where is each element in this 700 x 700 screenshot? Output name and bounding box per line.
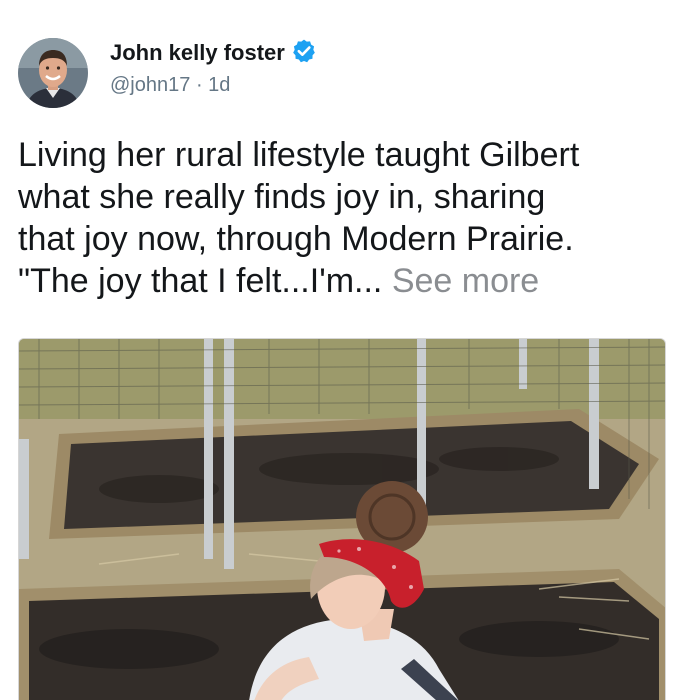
avatar[interactable]	[18, 38, 88, 108]
tweet-card: John kelly foster @john17 · 1d Living he…	[0, 0, 700, 700]
tweet-meta: @john17 · 1d	[110, 72, 230, 98]
garden-photo-icon	[19, 339, 665, 700]
meta-separator: ·	[195, 74, 203, 96]
tweet-text: Living her rural lifestyle taught Gilber…	[18, 134, 688, 302]
tweet-text-line-last: "The joy that I felt...I'm... See more	[18, 260, 688, 302]
tweet-media-photo[interactable]	[18, 338, 666, 700]
see-more-link[interactable]: See more	[392, 262, 539, 300]
tweet-text-line: that joy now, through Modern Prairie.	[18, 220, 574, 258]
tweet-text-line: Living her rural lifestyle taught Gilber…	[18, 136, 580, 174]
author-name[interactable]: John kelly foster	[110, 38, 317, 67]
profile-photo-icon	[18, 38, 88, 108]
tweet-text-line: what she really finds joy in, sharing	[18, 178, 546, 216]
author-handle[interactable]: @john17	[110, 74, 190, 96]
tweet-text-line: "The joy that I felt...I'm...	[18, 262, 383, 300]
timestamp[interactable]: 1d	[208, 74, 230, 96]
author-name-text: John kelly foster	[110, 40, 285, 65]
verified-badge-icon	[291, 38, 317, 64]
